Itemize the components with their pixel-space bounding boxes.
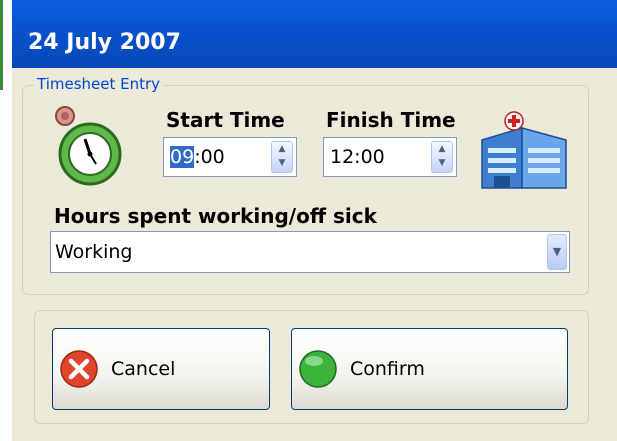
title-bar[interactable]: 24 July 2007 [12, 0, 617, 68]
background-edge [0, 0, 12, 441]
cancel-button[interactable]: Cancel [52, 328, 270, 410]
start-time-minutes[interactable]: :00 [194, 146, 225, 168]
finish-time-spin-buttons[interactable]: ▲ ▼ [431, 141, 453, 173]
stopwatch-icon [55, 106, 122, 186]
finish-time-spinner[interactable]: 12:00 ▲ ▼ [323, 137, 457, 177]
start-time-value: 09:00 [170, 146, 225, 168]
hours-spent-label: Hours spent working/off sick [54, 204, 377, 228]
finish-time-label: Finish Time [326, 108, 456, 132]
chevron-up-icon[interactable]: ▲ [432, 142, 452, 156]
start-time-hours[interactable]: 09 [170, 146, 195, 168]
hours-type-select[interactable]: Working ▼ [50, 231, 570, 273]
finish-time-value[interactable]: 12:00 [330, 146, 385, 168]
hours-type-value: Working [55, 241, 133, 263]
start-time-label: Start Time [166, 108, 285, 132]
start-time-spinner[interactable]: 09:00 ▲ ▼ [163, 137, 297, 177]
hospital-icon [481, 111, 567, 189]
confirm-button-label: Confirm [350, 358, 425, 380]
chevron-down-icon[interactable]: ▼ [272, 156, 292, 170]
chevron-down-icon[interactable]: ▼ [547, 234, 567, 270]
confirm-icon [299, 350, 337, 388]
cancel-icon [60, 350, 98, 388]
window-title: 24 July 2007 [28, 30, 181, 55]
timesheet-entry-label: Timesheet Entry [34, 75, 164, 93]
confirm-button[interactable]: Confirm [291, 328, 568, 410]
chevron-up-icon[interactable]: ▲ [272, 142, 292, 156]
cancel-button-label: Cancel [111, 358, 176, 380]
background-edge-accent [0, 0, 3, 90]
chevron-down-icon[interactable]: ▼ [432, 156, 452, 170]
start-time-spin-buttons[interactable]: ▲ ▼ [271, 141, 293, 173]
